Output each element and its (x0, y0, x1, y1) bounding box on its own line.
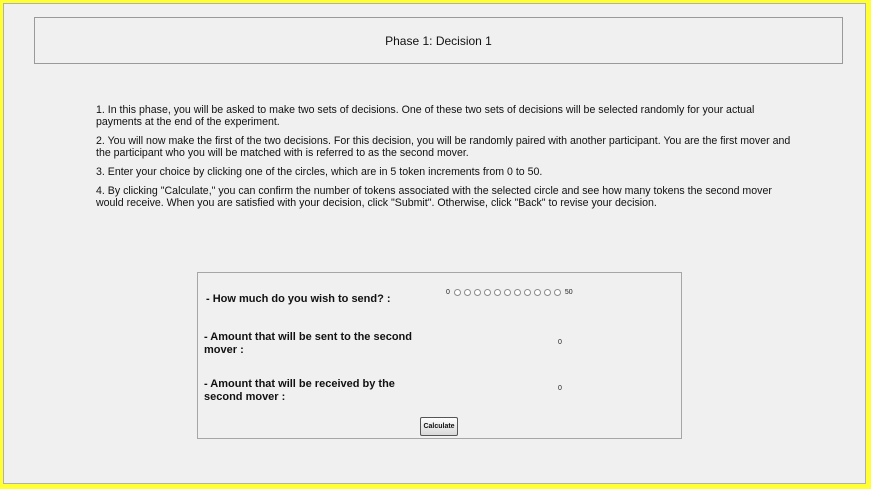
scale-min-label: 0 (446, 289, 450, 296)
sent-amount-label: - Amount that will be sent to the second… (204, 331, 412, 356)
instruction-2: 2. You will now make the first of the tw… (96, 135, 791, 159)
instructions: 1. In this phase, you will be asked to m… (96, 104, 796, 216)
phase-title: Phase 1: Decision 1 (385, 33, 492, 48)
radio-20[interactable] (493, 289, 501, 296)
received-amount-label: - Amount that will be received by the se… (204, 378, 395, 403)
radio-35[interactable] (523, 289, 531, 296)
scale-max-label: 50 (564, 289, 573, 296)
radio-30[interactable] (513, 289, 521, 296)
instruction-4: 4. By clicking "Calculate," you can conf… (96, 185, 772, 209)
sent-amount-value: 0 (558, 339, 562, 346)
decision-panel: - How much do you wish to send? : 0 50 -… (197, 272, 682, 439)
radio-15[interactable] (483, 289, 491, 296)
send-question-label: - How much do you wish to send? : (206, 293, 391, 305)
radio-50[interactable] (553, 289, 561, 296)
radio-5[interactable] (463, 289, 471, 296)
phase-header: Phase 1: Decision 1 (34, 17, 843, 64)
radio-25[interactable] (503, 289, 511, 296)
radio-45[interactable] (543, 289, 551, 296)
received-amount-value: 0 (558, 385, 562, 392)
send-amount-radio-group: 0 50 (442, 289, 577, 296)
radio-40[interactable] (533, 289, 541, 296)
calculate-button[interactable]: Calculate (420, 417, 458, 436)
instruction-3: 3. Enter your choice by clicking one of … (96, 166, 543, 178)
radio-0[interactable] (453, 289, 461, 296)
radio-10[interactable] (473, 289, 481, 296)
instruction-1: 1. In this phase, you will be asked to m… (96, 104, 755, 128)
experiment-window: Phase 1: Decision 1 1. In this phase, yo… (3, 3, 866, 484)
